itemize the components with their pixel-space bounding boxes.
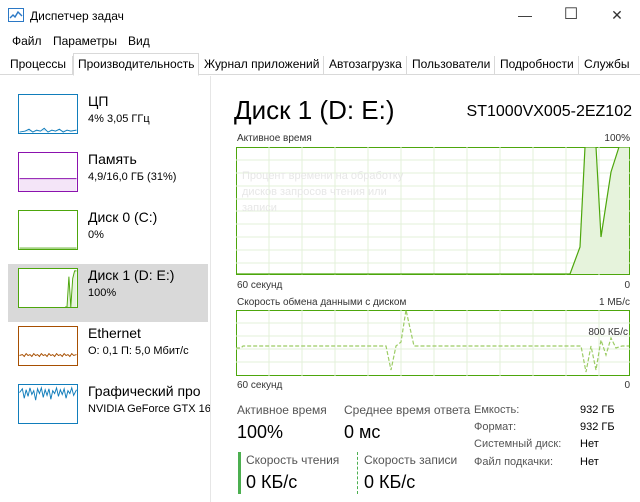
page-file-value: Нет — [580, 456, 599, 468]
read-speed-value: 0 КБ/с — [246, 472, 298, 492]
menu-options[interactable]: Параметры — [53, 34, 117, 48]
sidebar-item-ethernet[interactable]: Ethernet О: 0,1 П: 5,0 Мбит/с — [8, 322, 208, 380]
disk-title: Диск 1 (D: E:) — [234, 95, 395, 125]
title-bar: Диспетчер задач — ☐ ✕ — [0, 0, 640, 30]
transfer-mid-label: 800 КБ/с — [588, 327, 628, 338]
active-time-stat-label: Активное время — [237, 403, 327, 417]
tab-startup[interactable]: Автозагрузка — [325, 56, 407, 75]
memory-thumbnail-graph — [18, 152, 78, 192]
minimize-button[interactable]: — — [502, 0, 548, 30]
performance-sidebar: ЦП 4% 3,05 ГГц Память 4,9/16,0 ГБ (31%) … — [0, 76, 211, 502]
task-manager-window: Диспетчер задач — ☐ ✕ Файл Параметры Вид… — [0, 0, 640, 502]
sidebar-item-name: ЦП — [88, 93, 109, 109]
sidebar-item-sub: 4% 3,05 ГГц — [88, 113, 150, 125]
capacity-label: Емкость: — [474, 404, 520, 416]
sidebar-item-name: Диск 0 (C:) — [88, 209, 158, 225]
write-speed-label: Скорость записи — [364, 453, 458, 467]
active-time-graph: Процент времени на обработку дисков запр… — [236, 147, 630, 275]
tab-processes[interactable]: Процессы — [6, 56, 73, 75]
tooltip-line: Процент времени на обработку — [242, 170, 404, 182]
tab-details[interactable]: Подробности — [496, 56, 579, 75]
active-time-min-label: 0 — [624, 280, 630, 291]
tab-strip: Процессы Производительность Журнал прило… — [0, 53, 640, 76]
sidebar-item-gpu[interactable]: Графический про NVIDIA GeForce GTX 166 — [8, 380, 211, 438]
menu-bar: Файл Параметры Вид — [0, 31, 640, 51]
sidebar-item-memory[interactable]: Память 4,9/16,0 ГБ (31%) — [8, 148, 208, 206]
sidebar-item-sub: 0% — [88, 229, 104, 241]
close-button[interactable]: ✕ — [594, 0, 640, 30]
disk1-thumbnail-graph — [18, 268, 78, 308]
write-speed-bar — [357, 452, 360, 494]
sidebar-item-sub: О: 0,1 П: 5,0 Мбит/с — [88, 345, 189, 357]
tab-app-history[interactable]: Журнал приложений — [200, 56, 324, 75]
sidebar-item-sub: 4,9/16,0 ГБ (31%) — [88, 171, 177, 183]
sidebar-item-name: Диск 1 (D: E:) — [88, 267, 175, 283]
maximize-button[interactable]: ☐ — [548, 0, 594, 30]
disk-detail-panel: Диск 1 (D: E:) ST1000VX005-2EZ102 Активн… — [212, 76, 640, 502]
format-label: Формат: — [474, 421, 517, 433]
gpu-thumbnail-graph — [18, 384, 78, 424]
transfer-rate-graph — [236, 310, 630, 376]
menu-file[interactable]: Файл — [12, 34, 42, 48]
active-time-graph-label: Активное время — [237, 133, 312, 144]
transfer-min-label: 0 — [624, 380, 630, 391]
tab-users[interactable]: Пользователи — [408, 56, 495, 75]
ethernet-thumbnail-graph — [18, 326, 78, 366]
transfer-graph-label: Скорость обмена данными с диском — [237, 297, 407, 308]
page-file-label: Файл подкачки: — [474, 456, 554, 468]
tooltip-line: записи — [242, 202, 277, 214]
sidebar-item-disk1[interactable]: Диск 1 (D: E:) 100% — [8, 264, 208, 322]
sidebar-item-disk0[interactable]: Диск 0 (C:) 0% — [8, 206, 208, 264]
tooltip-line: дисков запросов чтения или — [242, 186, 387, 198]
cpu-thumbnail-graph — [18, 94, 78, 134]
sidebar-item-name: Ethernet — [88, 325, 141, 341]
disk0-thumbnail-graph — [18, 210, 78, 250]
response-time-stat-label: Среднее время ответа — [344, 403, 471, 417]
write-speed-value: 0 КБ/с — [364, 472, 416, 492]
response-time-stat-value: 0 мс — [344, 422, 381, 442]
sidebar-item-name: Память — [88, 151, 137, 167]
task-manager-icon — [8, 8, 24, 22]
capacity-value: 932 ГБ — [580, 404, 615, 416]
menu-view[interactable]: Вид — [128, 34, 150, 48]
active-time-stat-value: 100% — [237, 422, 284, 442]
active-time-duration-label: 60 секунд — [237, 280, 283, 291]
disk-model: ST1000VX005-2EZ102 — [466, 103, 632, 120]
transfer-duration-label: 60 секунд — [237, 380, 283, 391]
tab-performance[interactable]: Производительность — [73, 53, 199, 76]
sidebar-item-cpu[interactable]: ЦП 4% 3,05 ГГц — [8, 90, 208, 148]
active-time-max-label: 100% — [604, 133, 630, 144]
system-disk-label: Системный диск: — [474, 438, 562, 450]
format-value: 932 ГБ — [580, 421, 615, 433]
tab-services[interactable]: Службы — [580, 56, 640, 75]
read-speed-label: Скорость чтения — [246, 453, 340, 467]
read-speed-bar — [238, 452, 241, 494]
sidebar-item-sub: NVIDIA GeForce GTX 166 — [88, 403, 211, 415]
window-title: Диспетчер задач — [30, 9, 124, 23]
sidebar-item-name: Графический про — [88, 383, 201, 399]
system-disk-value: Нет — [580, 438, 599, 450]
sidebar-item-sub: 100% — [88, 287, 117, 299]
transfer-max-label: 1 МБ/с — [598, 297, 630, 308]
